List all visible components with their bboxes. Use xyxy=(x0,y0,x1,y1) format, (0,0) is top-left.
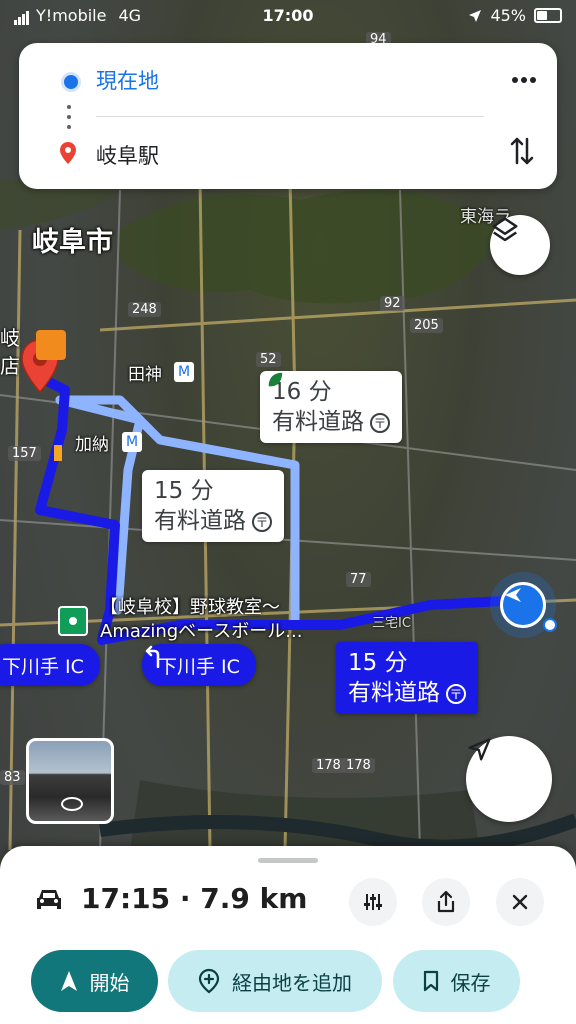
share-icon xyxy=(437,890,455,913)
layers-icon xyxy=(492,217,518,242)
transit-station-icon[interactable]: M xyxy=(174,362,194,382)
ic-chip-turn[interactable]: 下川手 IC xyxy=(142,644,256,686)
tune-icon xyxy=(364,894,382,910)
route-note: 有料道路 xyxy=(348,680,440,706)
add-waypoint-label: 経由地を追加 xyxy=(232,970,352,995)
city-label: 岐阜市 xyxy=(32,227,113,258)
sheet-drag-handle[interactable] xyxy=(258,858,318,863)
poi-label-line2: Amazingベースボール... xyxy=(100,621,303,642)
divider xyxy=(96,116,484,117)
close-icon xyxy=(512,894,528,910)
place-label-tagami: 田神 xyxy=(128,365,162,385)
toll-icon: 〒 xyxy=(370,412,390,433)
ic-chip-label: 下川手 IC xyxy=(2,655,84,678)
location-services-icon xyxy=(469,9,482,22)
my-location-button[interactable] xyxy=(466,736,552,822)
eco-leaf-icon xyxy=(268,372,283,387)
share-button[interactable] xyxy=(422,878,470,926)
road-shield: 77 xyxy=(346,572,371,587)
street-view-thumbnail[interactable] xyxy=(26,738,114,824)
directions-search-card: 現在地 岐阜駅 xyxy=(19,43,557,189)
place-label-miyake-ic: 三宅IC xyxy=(372,616,411,631)
place-label-kano: 加納 xyxy=(75,435,109,455)
more-options-button[interactable] xyxy=(511,65,537,90)
battery-percent: 45% xyxy=(490,6,526,25)
store-marker-icon[interactable] xyxy=(36,330,66,360)
road-shield: 52 xyxy=(256,352,281,367)
navigation-arrow-icon xyxy=(468,738,491,761)
save-label: 保存 xyxy=(450,970,491,995)
route-bottom-sheet: 17:15 · 7.9 km 開始 経由地を追加 保存 xyxy=(0,846,576,1024)
road-shield: 83 xyxy=(0,770,25,785)
place-label-ten: 店 xyxy=(0,354,20,378)
destination-field[interactable]: 岐阜駅 xyxy=(96,140,159,170)
close-button[interactable] xyxy=(496,878,544,926)
poi-label[interactable]: 【岐阜校】野球教室〜 Amazingベースボール... xyxy=(100,596,302,644)
toll-icon: 〒 xyxy=(446,683,466,704)
transit-station-icon[interactable]: M xyxy=(122,432,142,452)
layers-button[interactable] xyxy=(490,215,550,275)
car-icon xyxy=(37,890,61,909)
destination-pin-icon xyxy=(60,142,76,164)
road-shield: 178 xyxy=(312,758,345,773)
route-callout-primary[interactable]: 15 分 有料道路〒 xyxy=(336,642,478,714)
turn-left-icon xyxy=(145,645,160,668)
route-callout-alt-2[interactable]: 15 分 有料道路〒 xyxy=(142,470,284,542)
start-label: 開始 xyxy=(89,970,130,995)
route-callout-alt-1[interactable]: 16 分 有料道路〒 xyxy=(260,371,402,443)
place-label-gi: 岐 xyxy=(0,326,20,350)
battery-icon xyxy=(534,8,562,23)
road-shield: 178 xyxy=(342,758,375,773)
current-location-icon[interactable] xyxy=(500,582,546,628)
add-location-icon xyxy=(198,968,220,994)
route-options-button[interactable] xyxy=(349,878,397,926)
route-duration: 15 分 xyxy=(348,650,408,676)
poi-marker-icon[interactable] xyxy=(58,606,88,636)
poi-label-line1: 【岐阜校】野球教室〜 xyxy=(100,597,280,618)
route-duration: 15 分 xyxy=(154,478,214,504)
ic-chip-left[interactable]: 下川手 IC xyxy=(0,644,100,686)
ic-chip-label: 下川手 IC xyxy=(158,655,240,678)
road-shield: 248 xyxy=(128,302,161,317)
waypoint-dot xyxy=(543,618,557,632)
navigation-icon xyxy=(60,971,77,991)
route-note: 有料道路 xyxy=(154,508,246,534)
origin-field[interactable]: 現在地 xyxy=(96,65,159,95)
road-shield: 157 xyxy=(8,446,41,461)
route-connector-dots xyxy=(67,105,71,135)
swap-button[interactable] xyxy=(509,135,535,171)
add-waypoint-button[interactable]: 経由地を追加 xyxy=(168,950,382,1012)
start-navigation-button[interactable]: 開始 xyxy=(31,950,158,1012)
toll-icon: 〒 xyxy=(252,511,272,532)
save-button[interactable]: 保存 xyxy=(393,950,520,1012)
origin-dot-icon xyxy=(61,72,81,92)
route-note: 有料道路 xyxy=(272,409,364,435)
road-shield: 205 xyxy=(410,318,443,333)
more-horiz-icon xyxy=(512,77,536,83)
swap-vert-icon xyxy=(510,137,534,165)
route-summary: 17:15 · 7.9 km xyxy=(81,882,308,915)
street-view-icon xyxy=(61,797,83,811)
road-shield: 92 xyxy=(380,296,405,311)
bookmark-icon xyxy=(423,970,438,992)
status-bar: Y!mobile 4G 17:00 45% xyxy=(0,0,576,34)
